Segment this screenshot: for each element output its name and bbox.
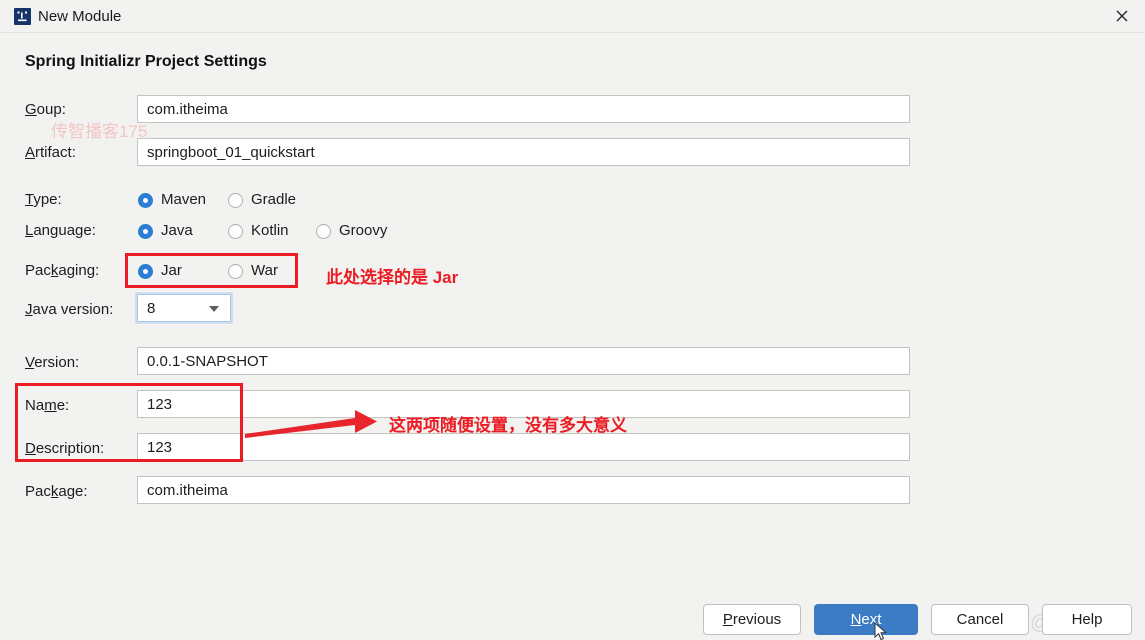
previous-button[interactable]: Previous [703, 604, 801, 635]
radio-dot-icon [228, 192, 243, 208]
package-label: Package: [25, 483, 88, 500]
language-radio-java-label: Java [161, 222, 193, 239]
language-radio-kotlin-label: Kotlin [251, 222, 289, 239]
package-input-value: com.itheima [147, 481, 228, 499]
help-button[interactable]: Help [1042, 604, 1132, 635]
chevron-down-icon [209, 306, 219, 312]
artifact-input-value: springboot_01_quickstart [147, 143, 315, 161]
description-label: Description: [25, 440, 105, 457]
type-radio-maven[interactable]: Maven [138, 191, 206, 209]
artifact-label: Artifact: [25, 144, 76, 161]
type-radio-gradle[interactable]: Gradle [228, 191, 296, 209]
group-input-value: com.itheima [147, 100, 228, 118]
previous-button-label: Previous [722, 611, 782, 628]
language-radio-groovy-label: Groovy [339, 222, 388, 239]
radio-dot-icon [316, 223, 331, 239]
java-version-value: 8 [147, 299, 156, 317]
page-title: Spring Initializr Project Settings [25, 53, 267, 70]
type-radio-gradle-label: Gradle [251, 191, 297, 208]
name-input-value: 123 [147, 395, 173, 413]
annotation-text-name-description: 这两项随便设置，没有多大意义 [389, 416, 627, 435]
version-input[interactable]: 0.0.1-SNAPSHOT [137, 347, 910, 375]
help-button-label: Help [1071, 611, 1103, 628]
version-label: Version: [25, 354, 80, 371]
packaging-label: Packaging: [25, 262, 100, 279]
artifact-input[interactable]: springboot_01_quickstart [137, 138, 910, 166]
description-input-value: 123 [147, 438, 173, 456]
cancel-button-label: Cancel [956, 611, 1004, 628]
annotation-text-packaging: 此处选择的是 Jar [326, 268, 459, 287]
radio-dot-icon [138, 223, 153, 239]
intellij-idea-icon [14, 8, 31, 25]
java-version-dropdown[interactable]: 8 [135, 292, 233, 324]
type-label: Type: [25, 191, 62, 208]
language-radio-groovy[interactable]: Groovy [316, 222, 387, 240]
group-input[interactable]: com.itheima [137, 95, 910, 123]
type-radio-maven-label: Maven [161, 191, 207, 208]
package-input[interactable]: com.itheima [137, 476, 910, 504]
language-radio-java[interactable]: Java [138, 222, 193, 240]
watermark-pink: 传智播客175 [51, 122, 148, 141]
packaging-radio-jar-label: Jar [161, 262, 182, 279]
radio-dot-icon [228, 263, 243, 279]
radio-dot-icon [138, 263, 153, 279]
description-input[interactable]: 123 [137, 433, 910, 461]
language-radio-kotlin[interactable]: Kotlin [228, 222, 289, 240]
version-input-value: 0.0.1-SNAPSHOT [147, 352, 268, 370]
next-button-label: Next [850, 611, 882, 628]
packaging-radio-war-label: War [251, 262, 278, 279]
radio-dot-icon [228, 223, 243, 239]
group-label: Goup: [25, 101, 66, 118]
title-bar: New Module [0, 0, 1145, 33]
java-version-label: Java version: [25, 301, 114, 318]
cancel-button[interactable]: Cancel [931, 604, 1029, 635]
radio-dot-icon [138, 192, 153, 208]
language-label: Language: [25, 222, 96, 239]
packaging-radio-jar[interactable]: Jar [138, 262, 182, 280]
window-title: New Module [38, 8, 122, 25]
name-label: Name: [25, 397, 70, 414]
next-button[interactable]: Next [814, 604, 918, 635]
packaging-radio-war[interactable]: War [228, 262, 278, 280]
close-icon[interactable] [1099, 0, 1145, 32]
new-module-dialog: New Module Spring Initializr Project Set… [0, 0, 1145, 640]
